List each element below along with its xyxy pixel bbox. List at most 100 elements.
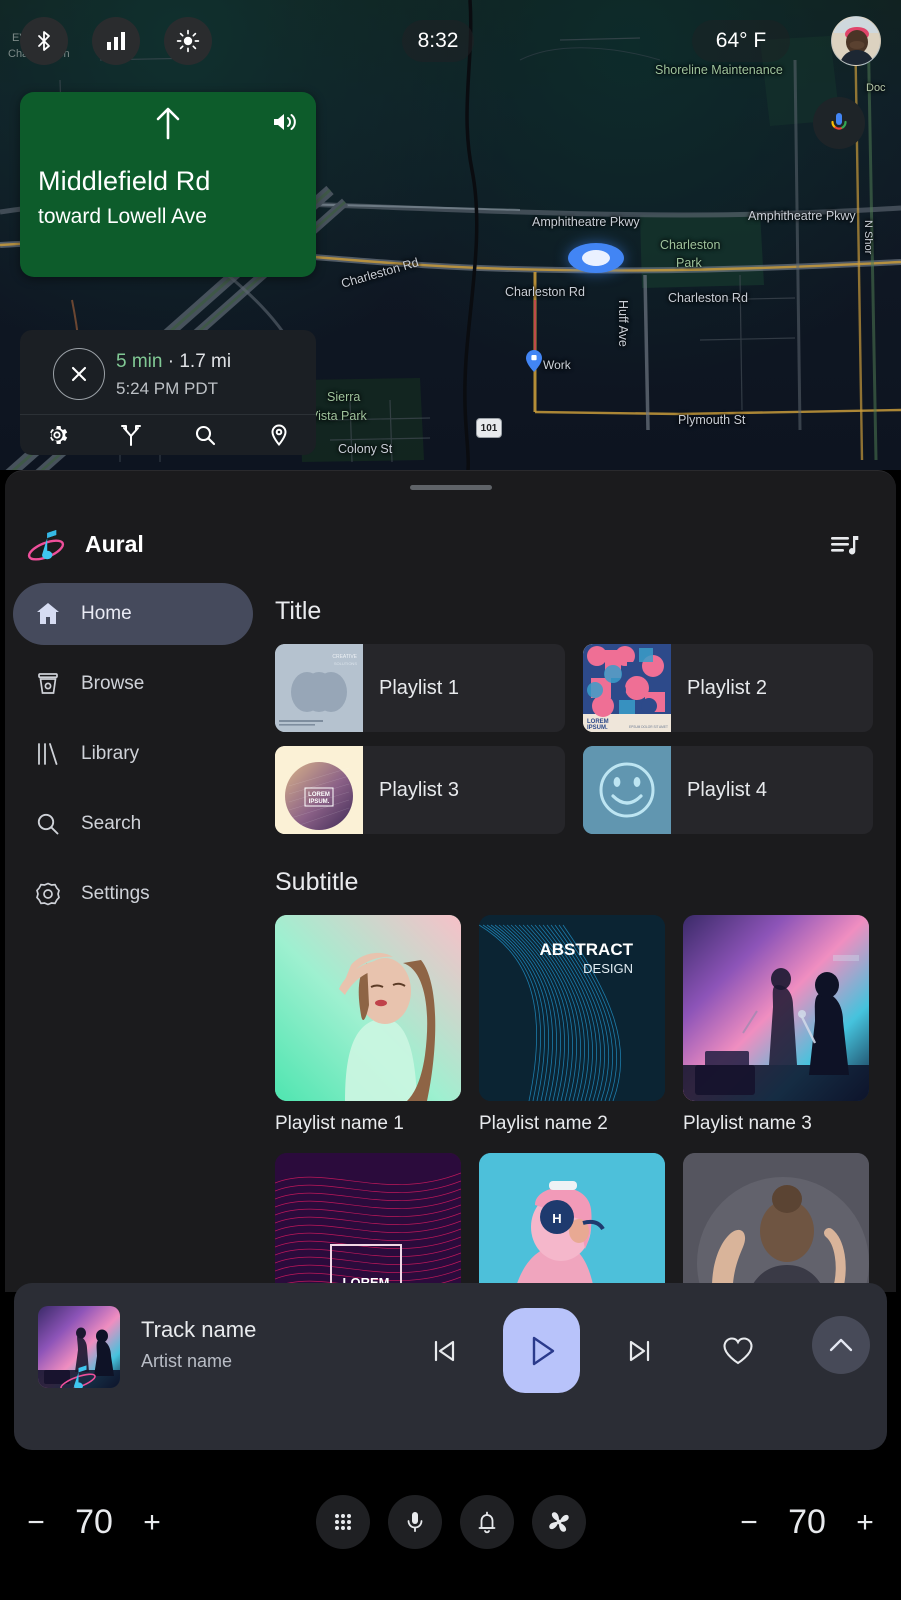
album-art: LOREM IPSUM [275,1153,461,1292]
content-area[interactable]: Title CREATIVE SOLUTIONS Playlist 1 LORE… [270,583,896,1292]
volume-increase-button[interactable]: + [130,1506,174,1540]
map-label: N Shor [862,220,874,255]
system-bar: − 70 + − 70 + [0,1455,901,1600]
favorite-heart-icon[interactable] [714,1327,762,1375]
status-temperature[interactable]: 64° F [692,20,790,62]
search-icon[interactable] [168,423,242,447]
sidebar-item-label: Settings [81,883,150,904]
album-art [683,915,869,1101]
right-volume-value: 70 [788,1503,826,1541]
left-volume-control: − 70 + [14,1503,174,1542]
map-label: Charleston [660,238,721,252]
svg-text:DESIGN: DESIGN [583,961,633,976]
left-volume-value: 70 [75,1503,113,1541]
sidebar-item-settings[interactable]: Settings [13,863,253,925]
eta-action-row [20,415,316,455]
settings-gear-icon [35,881,69,907]
map-label: Colony St [338,442,393,456]
sidebar-item-browse[interactable]: Browse [13,653,253,715]
skip-previous-icon[interactable] [420,1327,468,1375]
status-clock: 8:32 [402,20,474,62]
map-label: Doc [866,82,886,94]
album-art [583,746,671,834]
playlist-card[interactable]: H [479,1153,665,1292]
fan-climate-icon[interactable] [531,1495,586,1549]
sidebar-item-label: Search [81,813,142,834]
eta-arrival-time: 5:24 PM PDT [116,379,219,398]
system-buttons [315,1495,586,1549]
playlist-name: Playlist name 2 [479,1113,608,1134]
nav-street-name: Middlefield Rd [38,166,211,196]
album-art: LOREM IPSUM. EPSUM DOLOR SIT AMET [583,644,671,732]
fan-decrease-button[interactable]: − [727,1506,771,1540]
section-title: Title [275,597,322,625]
now-playing-bar: Track name Artist name [14,1283,887,1450]
android-auto-screen: Shoreline Maintenance Doc Amphitheatre P… [0,0,901,1600]
sidebar-item-search[interactable]: Search [13,793,253,855]
svg-text:SOLUTIONS: SOLUTIONS [334,661,357,666]
close-icon[interactable] [53,348,105,400]
nav-toward-text: toward Lowell Ave [38,205,207,228]
svg-text:ABSTRACT: ABSTRACT [540,940,634,959]
now-playing-album-art[interactable] [38,1306,120,1388]
now-playing-track: Track name [141,1317,257,1342]
playlist-grid-large: Playlist name 1 ABSTRACT DESIGN Playlist… [275,915,896,1135]
playlist-name: Playlist 2 [687,676,768,699]
brightness-icon[interactable] [164,17,212,65]
skip-next-icon[interactable] [616,1327,664,1375]
album-art: LOREM IPSUM. [275,746,363,834]
assistant-mic-icon[interactable] [813,97,865,149]
svg-text:IPSUM.: IPSUM. [309,799,330,805]
playlist-card[interactable]: Playlist name 1 [275,915,461,1135]
playlist-grid-small: CREATIVE SOLUTIONS Playlist 1 LOREM IPSU… [275,644,896,834]
highway-shield-101: 101 [476,418,502,438]
svg-text:LOREM: LOREM [308,792,330,798]
music-app-panel: Aural Home Browse Library Search Setting… [5,470,896,1292]
playlist-name: Playlist 1 [379,676,460,699]
browse-icon [35,671,69,697]
album-art: H [479,1153,665,1292]
apps-grid-icon[interactable] [315,1495,370,1549]
fan-increase-button[interactable]: + [843,1506,887,1540]
nav-settings-icon[interactable] [20,423,94,447]
work-place-pin[interactable] [526,350,542,372]
route-alternatives-icon[interactable] [94,423,168,447]
map-label: Huff Ave [616,300,630,347]
expand-up-chevron-icon[interactable] [812,1316,870,1374]
panel-drag-handle[interactable] [409,485,492,490]
map-label: Sierra [327,390,361,404]
app-header: Aural [5,513,896,577]
place-pin-icon[interactable] [242,423,316,447]
playlist-card[interactable]: Playlist 4 [583,746,873,834]
user-avatar[interactable] [831,16,881,66]
eta-distance: 1.7 mi [179,351,232,372]
playlist-card[interactable] [683,1153,869,1292]
volume-decrease-button[interactable]: − [14,1506,58,1540]
playlist-card[interactable]: CREATIVE SOLUTIONS Playlist 1 [275,644,565,732]
volume-on-icon[interactable] [272,110,298,139]
home-icon [35,601,69,627]
sidebar-item-home[interactable]: Home [13,583,253,645]
eta-card: 5 min · 1.7 mi 5:24 PM PDT [20,330,316,455]
library-icon [35,741,69,767]
queue-music-icon[interactable] [831,533,859,562]
sidebar-item-library[interactable]: Library [13,723,253,785]
playlist-card[interactable]: ABSTRACT DESIGN Playlist name 2 [479,915,665,1135]
app-name: Aural [85,531,144,557]
sidebar-nav: Home Browse Library Search Settings [5,583,261,933]
playlist-card[interactable]: LOREM IPSUM. EPSUM DOLOR SIT AMET Playli… [583,644,873,732]
navigation-instruction-card[interactable]: Middlefield Rd toward Lowell Ave [20,92,316,277]
microphone-icon[interactable] [387,1495,442,1549]
section-title: Subtitle [275,868,359,896]
bluetooth-icon[interactable] [20,17,68,65]
playlist-card[interactable]: LOREM IPSUM [275,1153,461,1292]
signal-icon[interactable] [92,17,140,65]
notifications-bell-icon[interactable] [459,1495,514,1549]
svg-text:IPSUM.: IPSUM. [587,725,608,731]
playlist-card[interactable]: Playlist name 3 [683,915,869,1135]
playlist-name: Playlist name 1 [275,1113,404,1134]
playlist-name: Playlist name 3 [683,1113,812,1134]
play-icon[interactable] [503,1308,580,1393]
playlist-card[interactable]: LOREM IPSUM. Playlist 3 [275,746,565,834]
album-art [275,915,461,1101]
